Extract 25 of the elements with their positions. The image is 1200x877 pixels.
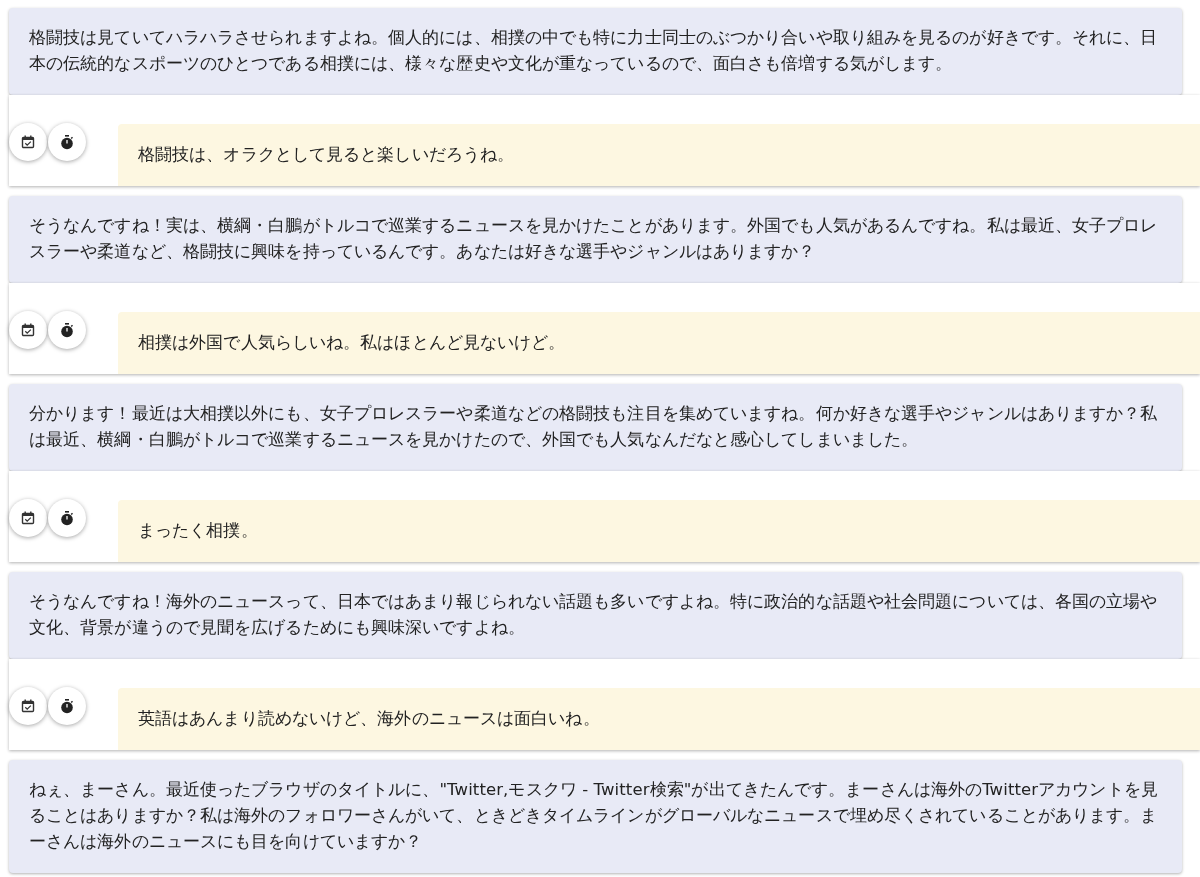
user-message: 英語はあんまり読めないけど、海外のニュースは面白いね。 (118, 688, 1200, 750)
stopwatch-icon (60, 698, 74, 714)
calendar-check-icon (21, 699, 35, 713)
timer-button[interactable] (48, 123, 86, 161)
stopwatch-icon (60, 510, 74, 526)
assistant-message: 分かります！最近は大相撲以外にも、女子プロレスラーや柔道などの格闘技も注目を集めていますね。何か好きな選手やジャンルはありますか？私は最近、横綱・白鵬がトルコで巡業するニュースを見かけたので、外国でも人気なんだなと感心してしまいました。 (9, 384, 1182, 471)
calendar-check-icon (21, 323, 35, 337)
calendar-button[interactable] (9, 687, 47, 725)
user-message: 格闘技は、オラクとして見ると楽しいだろうね。 (118, 124, 1200, 186)
user-message: 相撲は外国で人気らしいね。私はほとんど見ないけど。 (118, 312, 1200, 374)
timer-button[interactable] (48, 311, 86, 349)
assistant-message: 格闘技は見ていてハラハラさせられますよね。個人的には、相撲の中でも特に力士同士のぶつかり合いや取り組みを見るのが好きです。それに、日本の伝統的なスポーツのひとつである相撲には、様々な歴史や文化が重なっているので、面白さも倍増する気がします。 (9, 8, 1182, 95)
assistant-message: ねぇ、まーさん。最近使ったブラウザのタイトルに、"Twitter,モスクワ - Twitter検索"が出てきたんです。まーさんは海外のTwitterアカウントを見ることはありますか？私は海外のフォロワーさんがいて、ときどきタイムラインがグローバルなニュースで埋め尽くされていることがあります。まーさんは海外のニュースにも目を向けていますか？ (9, 760, 1182, 873)
calendar-button[interactable] (9, 311, 47, 349)
calendar-button[interactable] (9, 123, 47, 161)
calendar-check-icon (21, 511, 35, 525)
assistant-message: そうなんですね！海外のニュースって、日本ではあまり報じられない話題も多いですよね。特に政治的な話題や社会問題については、各国の立場や文化、背景が違うので見聞を広げるためにも興味深いですよね。 (9, 572, 1182, 659)
timer-button[interactable] (48, 687, 86, 725)
assistant-message: そうなんですね！実は、横綱・白鵬がトルコで巡業するニュースを見かけたことがあります。外国でも人気があるんですね。私は最近、女子プロレスラーや柔道など、格闘技に興味を持っているんです。あなたは好きな選手やジャンルはありますか？ (9, 196, 1182, 283)
calendar-check-icon (21, 135, 35, 149)
user-message: まったく相撲。 (118, 500, 1200, 562)
stopwatch-icon (60, 322, 74, 338)
stopwatch-icon (60, 134, 74, 150)
calendar-button[interactable] (9, 499, 47, 537)
timer-button[interactable] (48, 499, 86, 537)
